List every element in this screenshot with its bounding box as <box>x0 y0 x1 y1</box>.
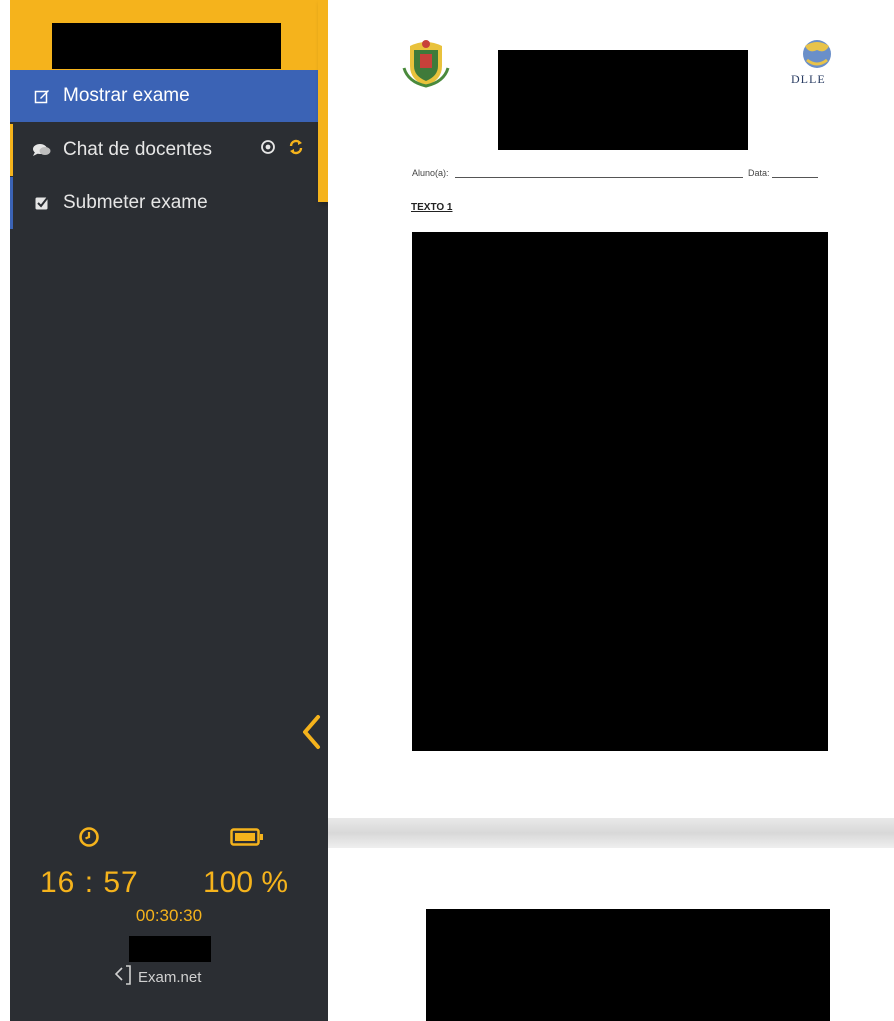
refresh-icon[interactable] <box>288 139 304 161</box>
date-label: Data: <box>748 168 770 178</box>
battery-icon <box>230 828 264 851</box>
target-icon[interactable] <box>260 139 276 161</box>
exam-net-logo-icon <box>114 964 134 990</box>
menu-submit-exam[interactable]: Submeter exame <box>10 177 328 229</box>
elapsed-time: 00:30:30 <box>135 906 203 925</box>
collapse-sidebar-button[interactable] <box>298 712 324 752</box>
chevron-left-icon <box>303 715 320 749</box>
menu-teacher-chat[interactable]: Chat de docentes <box>10 124 328 176</box>
chat-tools <box>260 139 304 161</box>
checkbox-icon <box>32 195 52 211</box>
student-label: Aluno(a): <box>412 168 449 178</box>
menu-label: Mostrar exame <box>63 85 190 106</box>
student-info-line: Aluno(a): Data: <box>412 168 818 182</box>
brand-logo: Exam.net <box>114 964 201 990</box>
menu-show-exam[interactable]: Mostrar exame <box>10 70 328 122</box>
exam-document-viewer[interactable]: DLLE Aluno(a): Data: TEXTO 1 <box>328 0 894 1021</box>
clock-icon <box>78 826 100 853</box>
edit-icon <box>32 88 52 104</box>
student-name-underline <box>455 177 743 178</box>
battery-level: 100 % <box>203 866 289 899</box>
menu-label: Submeter exame <box>63 192 208 213</box>
redacted-exam-title <box>52 23 281 69</box>
redacted-page-2-content <box>426 909 830 1021</box>
exam-sidebar: Mostrar exame Chat de docentes Submeter … <box>10 0 328 1021</box>
sidebar-header <box>10 0 328 70</box>
clock-time: 16 : 57 <box>40 866 139 899</box>
redacted-text-body <box>412 232 828 751</box>
page-separator <box>328 818 894 848</box>
section-title: TEXTO 1 <box>411 202 453 213</box>
redacted-student-name <box>129 936 211 962</box>
chat-icon <box>32 143 52 157</box>
redacted-document-header <box>498 50 748 150</box>
menu-label: Chat de docentes <box>63 139 212 160</box>
dlle-logo-text: DLLE <box>791 72 826 86</box>
university-emblem-icon <box>400 38 452 88</box>
date-underline <box>772 177 818 178</box>
brand-name: Exam.net <box>138 968 202 986</box>
